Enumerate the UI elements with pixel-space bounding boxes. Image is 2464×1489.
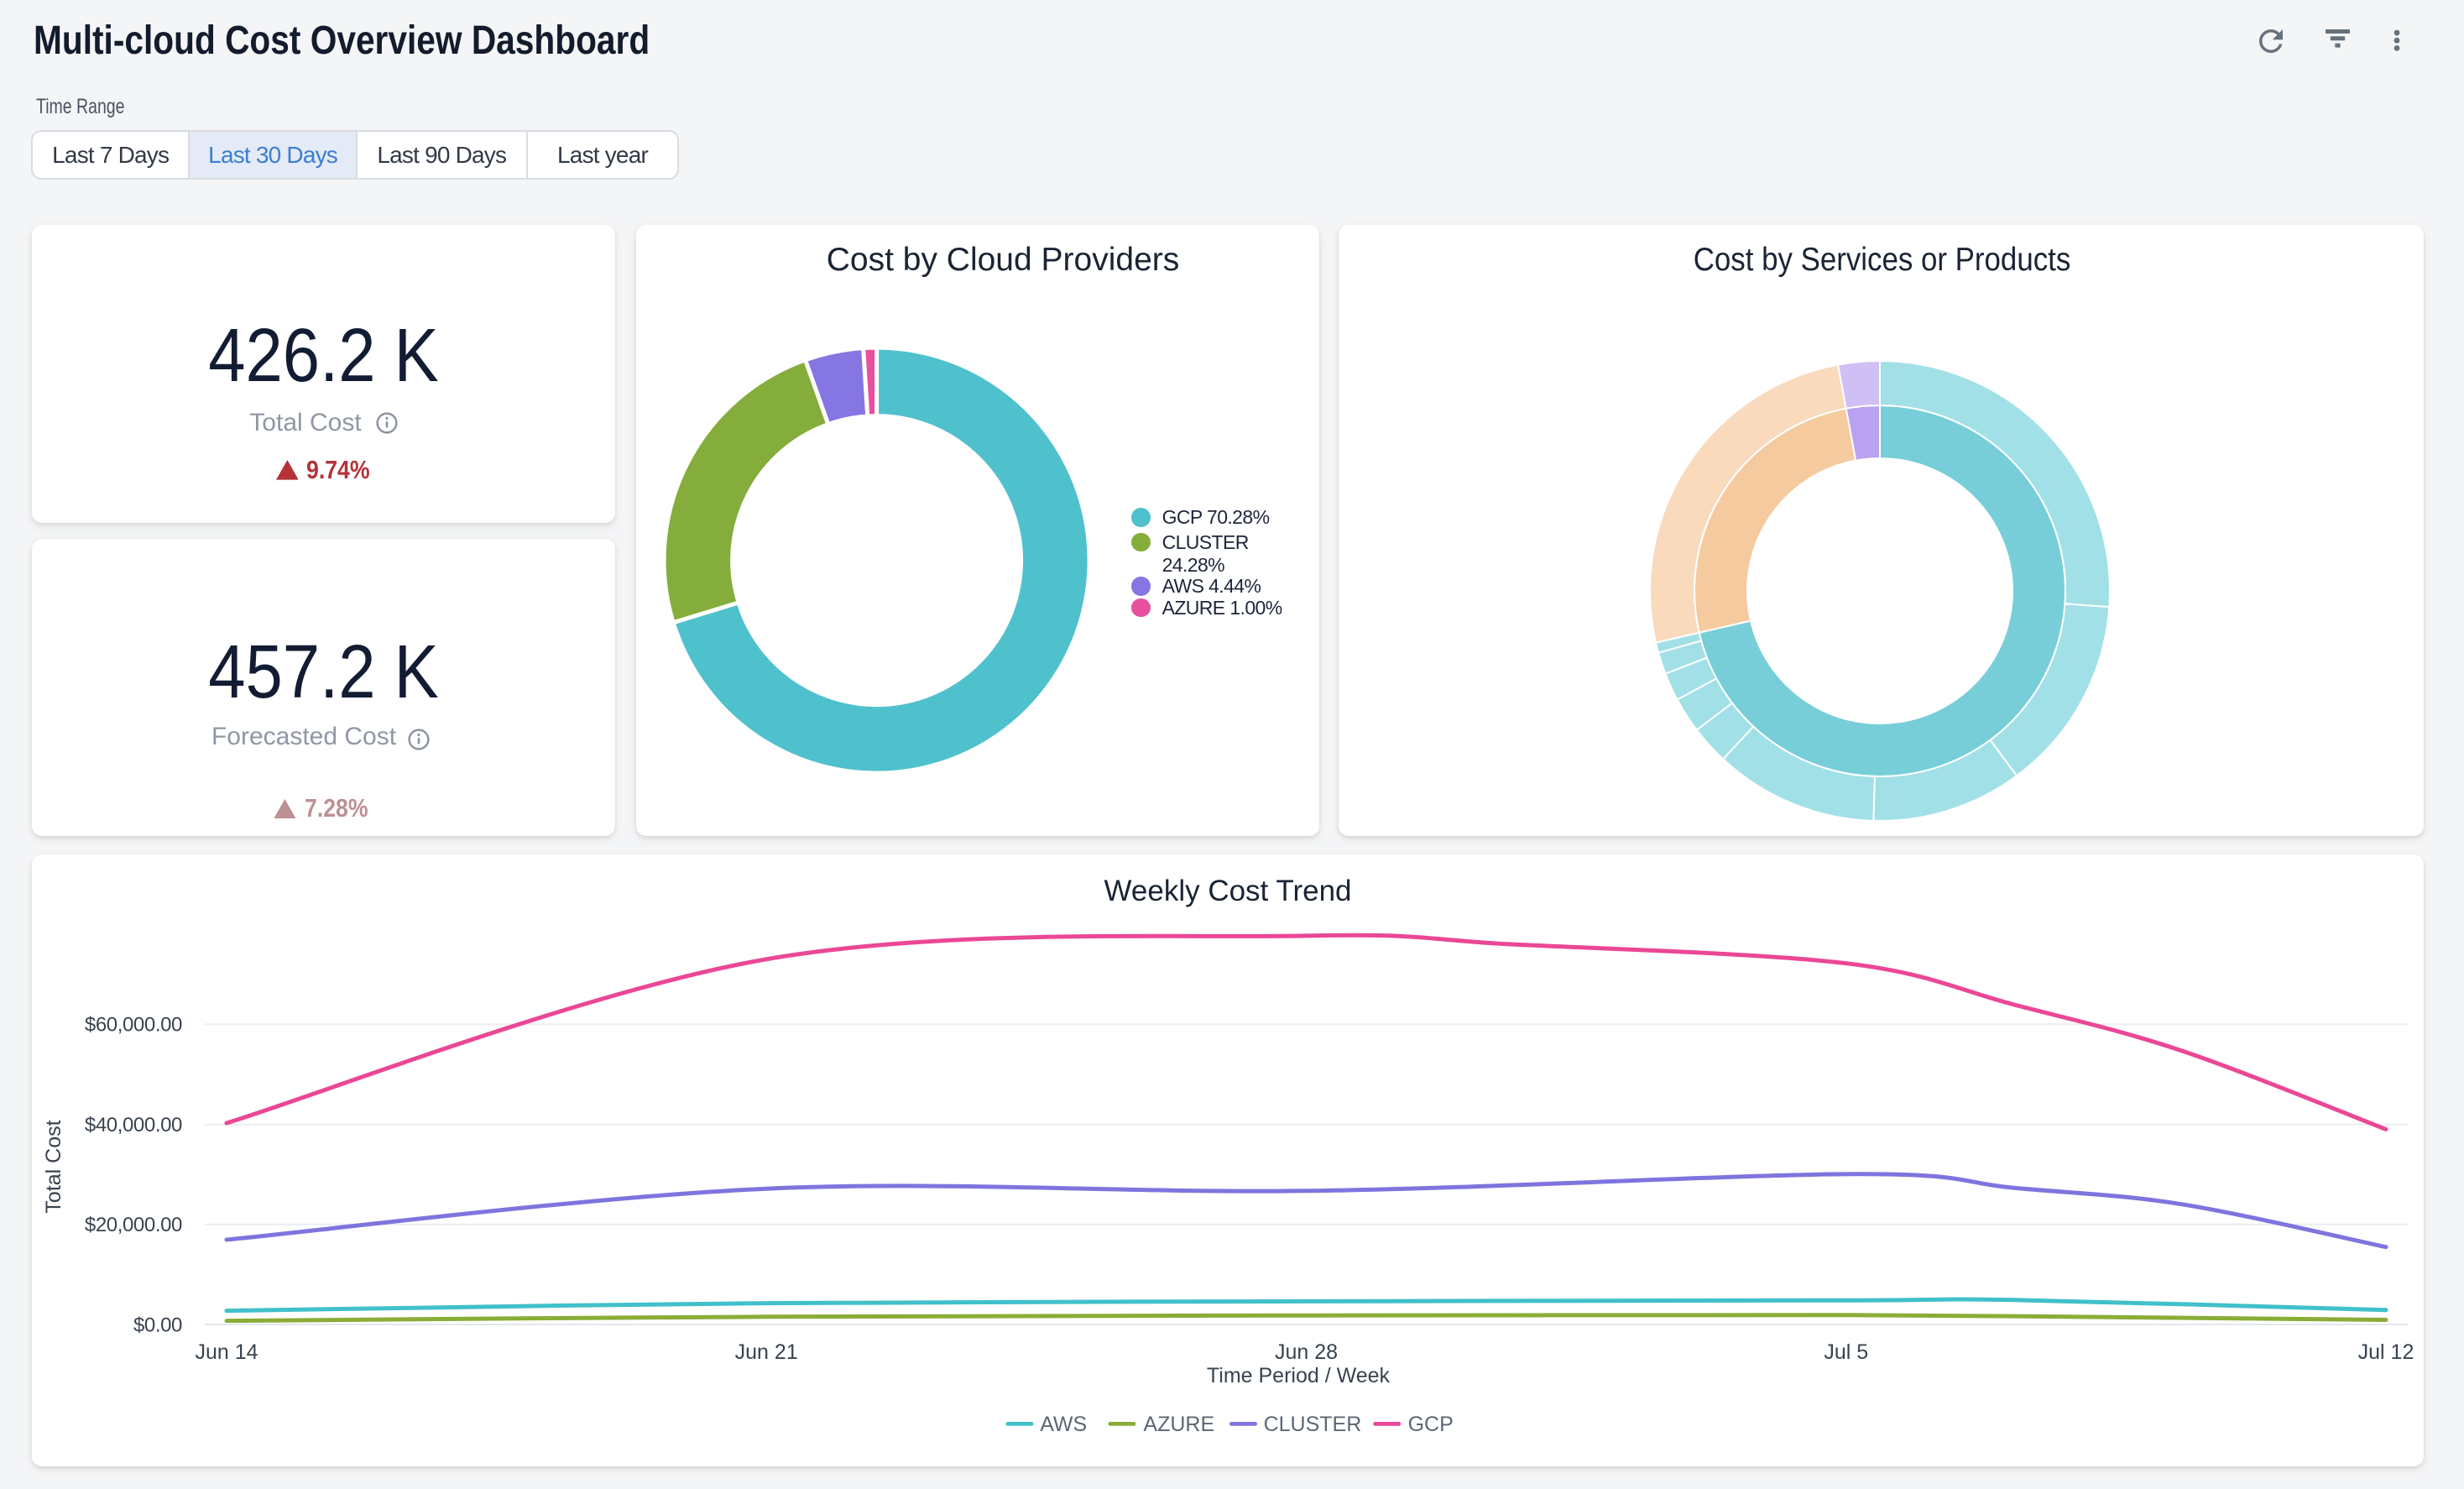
svg-text:Jun 14: Jun 14 xyxy=(195,1340,258,1364)
svg-text:$0.00: $0.00 xyxy=(133,1314,182,1336)
svg-text:Jul 12: Jul 12 xyxy=(2358,1340,2414,1364)
svg-text:Time Period / Week: Time Period / Week xyxy=(1207,1364,1391,1387)
svg-text:AZURE: AZURE xyxy=(1143,1413,1214,1436)
svg-text:GCP: GCP xyxy=(1408,1413,1454,1436)
svg-text:$40,000.00: $40,000.00 xyxy=(85,1114,182,1136)
svg-text:Total Cost: Total Cost xyxy=(42,1120,65,1213)
svg-text:AWS: AWS xyxy=(1040,1413,1087,1436)
svg-text:CLUSTER: CLUSTER xyxy=(1264,1413,1362,1436)
svg-text:Jun 21: Jun 21 xyxy=(735,1340,798,1364)
svg-text:Jul 5: Jul 5 xyxy=(1824,1340,1868,1364)
svg-text:$20,000.00: $20,000.00 xyxy=(85,1214,182,1236)
svg-text:Jun 28: Jun 28 xyxy=(1275,1340,1338,1364)
svg-text:$60,000.00: $60,000.00 xyxy=(85,1014,182,1037)
